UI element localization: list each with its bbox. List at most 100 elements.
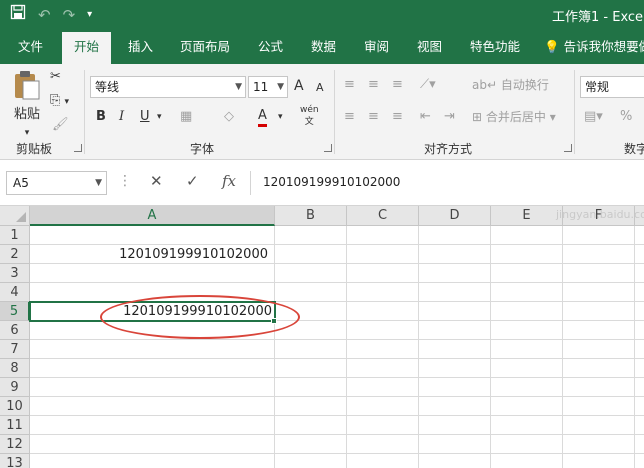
cancel-icon[interactable]: ✕ [150, 172, 163, 190]
group-separator [84, 70, 85, 154]
font-group-label: 字体 [190, 142, 215, 156]
percent-button[interactable]: % [620, 108, 632, 126]
shrink-font-button[interactable]: A [316, 79, 324, 97]
underline-button[interactable]: U [140, 108, 150, 126]
align-center-icon[interactable]: ≡ [368, 108, 379, 126]
ribbon-home: 粘贴 ▾ ✂ ⎘ ▾ 🖌 剪贴板 等线 ▼ 11 ▼ A A B I U ▾ ▦… [0, 64, 644, 160]
insert-function-icon[interactable]: fx [222, 172, 236, 190]
gridline [30, 453, 644, 454]
gridline [30, 415, 644, 416]
row-header-9[interactable]: 9 [0, 378, 30, 397]
tab-insert[interactable]: 插入 [128, 30, 153, 64]
formula-input[interactable]: 120109199910102000 [250, 171, 644, 195]
merge-center-label: 合并后居中 [485, 110, 546, 124]
chevron-down-icon[interactable]: ▾ [278, 108, 283, 126]
chevron-down-icon[interactable]: ▾ [87, 5, 92, 25]
row-header-12[interactable]: 12 [0, 435, 30, 454]
chevron-down-icon: ▼ [235, 82, 242, 92]
align-top-icon[interactable]: ≡ [344, 76, 355, 94]
redo-icon[interactable]: ↷ [63, 5, 76, 25]
format-painter-button[interactable]: 🖌 [52, 116, 69, 134]
tab-page-layout[interactable]: 页面布局 [180, 30, 230, 64]
number-format-combo[interactable]: 常规 [580, 76, 644, 98]
grow-font-button[interactable]: A [294, 77, 304, 95]
phonetic-guide-button[interactable]: wén 文 [300, 104, 319, 128]
row-header-6[interactable]: 6 [0, 321, 30, 340]
row-header-11[interactable]: 11 [0, 416, 30, 435]
clipboard-launcher-icon[interactable] [74, 144, 82, 152]
tab-data[interactable]: 数据 [311, 30, 336, 64]
lightbulb-icon: 💡 [544, 39, 560, 54]
tab-file[interactable]: 文件 [18, 30, 43, 64]
wrap-text-icon: ab↵ [472, 78, 498, 92]
confirm-icon[interactable]: ✓ [186, 172, 199, 190]
save-icon[interactable] [10, 4, 26, 25]
chevron-down-icon[interactable]: ▾ [157, 108, 162, 126]
font-color-button[interactable]: A [258, 108, 267, 127]
column-header-b[interactable]: B [275, 206, 347, 226]
column-header-c[interactable]: C [347, 206, 419, 226]
orientation-icon[interactable]: ⟋▾ [420, 76, 436, 94]
align-left-icon[interactable]: ≡ [344, 108, 355, 126]
cell-a2[interactable]: 120109199910102000 [32, 245, 268, 264]
row-header-10[interactable]: 10 [0, 397, 30, 416]
more-dots-icon: ⋮ [118, 173, 132, 189]
row-header-13[interactable]: 13 [0, 454, 30, 468]
number-format-value: 常规 [585, 80, 610, 94]
phonetic-label: wén [300, 105, 319, 115]
merge-center-button[interactable]: ⊞ 合并后居中 ▾ [472, 108, 556, 126]
column-header-a[interactable]: A [30, 206, 275, 226]
row-header-2[interactable]: 2 [0, 245, 30, 264]
paste-button[interactable]: 粘贴 ▾ [12, 70, 42, 142]
copy-button[interactable]: ⎘ ▾ [50, 92, 69, 111]
font-name-combo[interactable]: 等线 ▼ [90, 76, 246, 98]
row-header-7[interactable]: 7 [0, 340, 30, 359]
tab-view[interactable]: 视图 [417, 30, 442, 64]
gridline [30, 377, 644, 378]
italic-button[interactable]: I [119, 108, 124, 126]
fill-color-icon[interactable]: ◇ [224, 108, 234, 126]
font-size-combo[interactable]: 11 ▼ [248, 76, 288, 98]
row-header-8[interactable]: 8 [0, 359, 30, 378]
tab-special-features[interactable]: 特色功能 [470, 30, 520, 64]
formula-bar: A5 ▼ ⋮ ✕ ✓ fx 120109199910102000 [0, 160, 644, 206]
annotation-ellipse [100, 295, 300, 339]
chevron-down-icon: ▼ [95, 178, 102, 188]
align-right-icon[interactable]: ≡ [392, 108, 403, 126]
tab-review[interactable]: 审阅 [364, 30, 389, 64]
align-bottom-icon[interactable]: ≡ [392, 76, 403, 94]
row-header-3[interactable]: 3 [0, 264, 30, 283]
copy-icon: ⎘ [50, 93, 61, 108]
column-header-d[interactable]: D [419, 206, 491, 226]
gridline [30, 358, 644, 359]
wrap-text-label: 自动换行 [500, 78, 549, 92]
wrap-text-button[interactable]: ab↵ 自动换行 [472, 76, 549, 94]
increase-indent-icon[interactable]: ⇥ [444, 108, 455, 126]
row-header-4[interactable]: 4 [0, 283, 30, 302]
borders-icon[interactable]: ▦ [180, 108, 192, 126]
clipboard-group-label: 剪贴板 [16, 142, 53, 156]
cut-button[interactable]: ✂ [50, 68, 61, 86]
font-launcher-icon[interactable] [324, 144, 332, 152]
gridline [30, 339, 644, 340]
tab-formulas[interactable]: 公式 [258, 30, 283, 64]
tab-home[interactable]: 开始 [62, 32, 112, 64]
ribbon-tabs: 文件 开始 插入 页面布局 公式 数据 审阅 视图 特色功能 💡 告诉我你想要做 [0, 30, 644, 64]
font-size-value: 11 [253, 80, 269, 94]
decrease-indent-icon[interactable]: ⇤ [420, 108, 431, 126]
alignment-launcher-icon[interactable] [564, 144, 572, 152]
column-header-e[interactable]: E [491, 206, 563, 226]
select-all-button[interactable] [0, 206, 30, 226]
bold-button[interactable]: B [96, 108, 106, 126]
accounting-format-icon[interactable]: ▤▾ [584, 108, 603, 126]
gridline [30, 282, 644, 283]
brush-icon: 🖌 [52, 117, 69, 132]
clipboard-icon [15, 71, 40, 100]
align-middle-icon[interactable]: ≡ [368, 76, 379, 94]
row-header-1[interactable]: 1 [0, 226, 30, 245]
undo-icon[interactable]: ↶ [38, 5, 51, 25]
name-box[interactable]: A5 ▼ [6, 171, 107, 195]
worksheet-grid[interactable]: A B C D E F 1 2 3 4 5 6 7 8 9 10 11 12 1… [0, 206, 644, 468]
tell-me-search[interactable]: 💡 告诉我你想要做 [544, 30, 644, 64]
row-header-5[interactable]: 5 [0, 302, 30, 321]
